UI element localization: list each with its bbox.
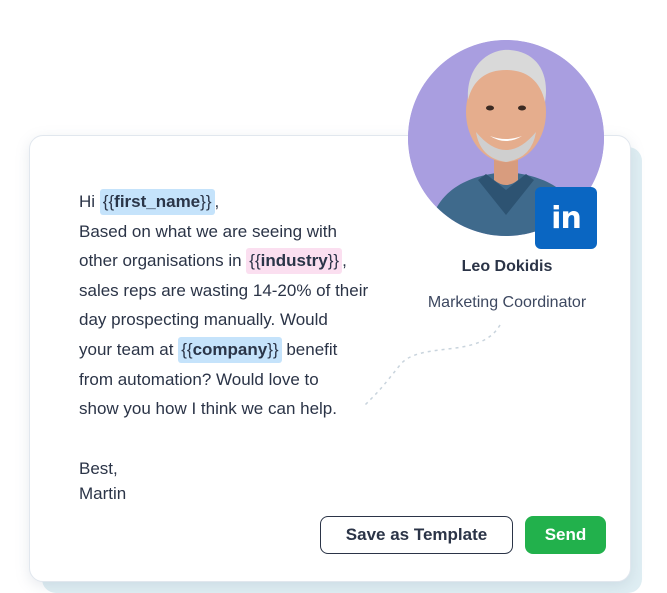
signature-name: Martin (79, 484, 127, 503)
industry-variable[interactable]: {{industry}} (246, 248, 343, 275)
signoff: Best, Martin (79, 456, 126, 506)
decorative-dashed-curve (364, 324, 501, 406)
message-line-3: other organisations in {{industry}}, (79, 246, 409, 276)
message-line-4: sales reps are wasting 14-20% of their (79, 280, 369, 300)
greeting-text: Hi (79, 192, 96, 211)
profile-role: Marketing Coordinator (427, 294, 587, 311)
company-variable[interactable]: {{company}} (178, 336, 282, 363)
first-name-variable[interactable]: {{first_name}} (99, 189, 215, 215)
profile-name: Leo Dokidis (461, 258, 553, 275)
message-line-2: Based on what we are seeing with (79, 221, 337, 241)
send-button[interactable]: Send (525, 516, 606, 554)
message-line-1: Hi {{first_name}}, (79, 187, 409, 217)
linkedin-icon[interactable]: in (535, 187, 597, 249)
save-as-template-button[interactable]: Save as Template (320, 516, 513, 554)
signoff-text: Best, (79, 459, 118, 478)
